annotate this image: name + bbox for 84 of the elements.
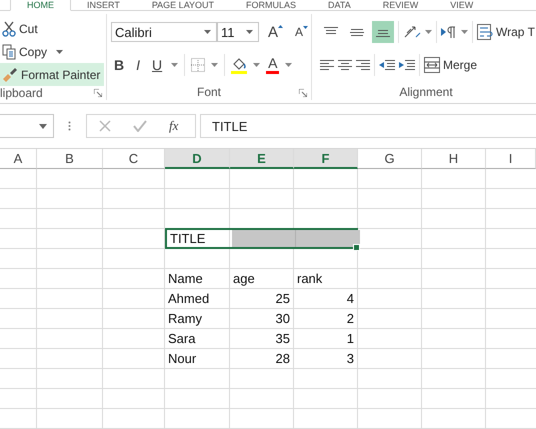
- table-cell[interactable]: 30: [230, 309, 294, 329]
- dialog-launcher-icon[interactable]: [299, 89, 307, 97]
- caret-icon[interactable]: [285, 63, 292, 67]
- font-size-dropdown[interactable]: 11: [216, 22, 259, 42]
- column-header[interactable]: B: [37, 149, 103, 169]
- bottom-align-button[interactable]: [372, 21, 394, 43]
- align-lines-icon: [350, 26, 364, 38]
- ribbon-tab[interactable]: REVIEW: [366, 0, 434, 10]
- caret-icon[interactable]: [211, 63, 218, 67]
- caret-icon: [204, 30, 211, 34]
- column-header-cell[interactable]: rank: [294, 269, 358, 289]
- table-cell[interactable]: 25: [230, 289, 294, 309]
- merge-cells-icon: [424, 57, 440, 73]
- table-cell[interactable]: 35: [230, 329, 294, 349]
- increase-font-size-button[interactable]: A: [264, 24, 286, 40]
- wrap-text-button[interactable]: Wrap T: [477, 24, 535, 40]
- column-header-cell[interactable]: Name: [165, 269, 230, 289]
- merge-button[interactable]: Merge: [424, 57, 478, 73]
- ribbon-tab[interactable]: FORMULAS: [230, 0, 312, 10]
- ribbon-tab[interactable]: PAGE LAYOUT: [136, 0, 230, 10]
- down-triangle-icon: [303, 26, 308, 29]
- copy-button[interactable]: Copy: [0, 40, 104, 63]
- fill-color-icon[interactable]: [231, 56, 248, 74]
- ribbon-tab[interactable]: INSERT: [71, 0, 136, 10]
- group-label: Alignment: [399, 85, 453, 99]
- table-cell[interactable]: Nour: [165, 349, 230, 369]
- paintbrush-icon: [2, 66, 18, 82]
- borders-icon[interactable]: [191, 58, 206, 72]
- align-left-icon[interactable]: [320, 59, 334, 71]
- column-header[interactable]: D: [165, 149, 230, 169]
- decrease-indent-icon[interactable]: [379, 59, 395, 71]
- increase-indent-icon[interactable]: [399, 59, 415, 71]
- column-header[interactable]: F: [294, 149, 358, 169]
- underline-button[interactable]: U: [149, 57, 166, 73]
- selected-cell[interactable]: [296, 230, 360, 247]
- italic-button[interactable]: I: [133, 57, 144, 73]
- check-icon[interactable]: [133, 120, 147, 132]
- column-header-cell[interactable]: age: [230, 269, 294, 289]
- caret-icon[interactable]: [461, 30, 468, 34]
- table-cell[interactable]: 4: [294, 289, 358, 309]
- decrease-font-size-button[interactable]: A: [292, 25, 312, 39]
- bold-button[interactable]: B: [111, 57, 128, 73]
- selected-cell[interactable]: [232, 230, 296, 247]
- table-cell[interactable]: 1: [294, 329, 358, 349]
- caret-icon[interactable]: [171, 63, 178, 67]
- scissors-icon: [2, 20, 16, 36]
- column-header[interactable]: C: [103, 149, 165, 169]
- caret-icon: [39, 124, 47, 128]
- ribbon-tab[interactable]: HOME: [10, 0, 71, 11]
- font-color-button[interactable]: A: [266, 56, 280, 74]
- group-label: lipboard: [0, 86, 43, 100]
- column-header[interactable]: A: [0, 149, 37, 169]
- table-cell[interactable]: Ramy: [165, 309, 230, 329]
- cut-button[interactable]: Cut: [0, 17, 104, 40]
- title-cell[interactable]: TITLE: [167, 230, 232, 247]
- column-header[interactable]: H: [422, 149, 486, 169]
- paragraph-direction-icon[interactable]: [441, 26, 457, 38]
- table-cell[interactable]: 2: [294, 309, 358, 329]
- column-header[interactable]: E: [230, 149, 294, 169]
- text-orientation-icon[interactable]: [403, 25, 421, 39]
- table-cell[interactable]: 28: [230, 349, 294, 369]
- caret-icon[interactable]: [253, 63, 260, 67]
- font-family-dropdown[interactable]: Calibri: [111, 22, 217, 42]
- align-right-icon[interactable]: [356, 59, 370, 71]
- align-center-icon[interactable]: [338, 59, 352, 71]
- table-cell[interactable]: 3: [294, 349, 358, 369]
- ribbon-tab[interactable]: DATA: [312, 0, 367, 10]
- group-label: Font: [196, 85, 221, 99]
- wrap-text-icon: [477, 24, 493, 40]
- ribbon-tab[interactable]: VIEW: [434, 0, 490, 10]
- grip-icon[interactable]: [68, 121, 71, 131]
- caret-icon[interactable]: [56, 50, 64, 54]
- table-cell[interactable]: Sara: [165, 329, 230, 349]
- caret-icon[interactable]: [425, 30, 432, 34]
- dialog-launcher-icon[interactable]: [94, 89, 102, 97]
- formula-field[interactable]: TITLE: [200, 114, 536, 138]
- caret-icon: [246, 30, 253, 34]
- table-cell[interactable]: Ahmed: [165, 289, 230, 309]
- column-header[interactable]: I: [486, 149, 536, 169]
- insert-function-button[interactable]: fx: [169, 118, 178, 134]
- up-triangle-icon: [278, 24, 283, 28]
- fill-handle[interactable]: [353, 244, 360, 251]
- format-painter-button[interactable]: Format Painter: [0, 63, 104, 86]
- column-header[interactable]: G: [358, 149, 422, 169]
